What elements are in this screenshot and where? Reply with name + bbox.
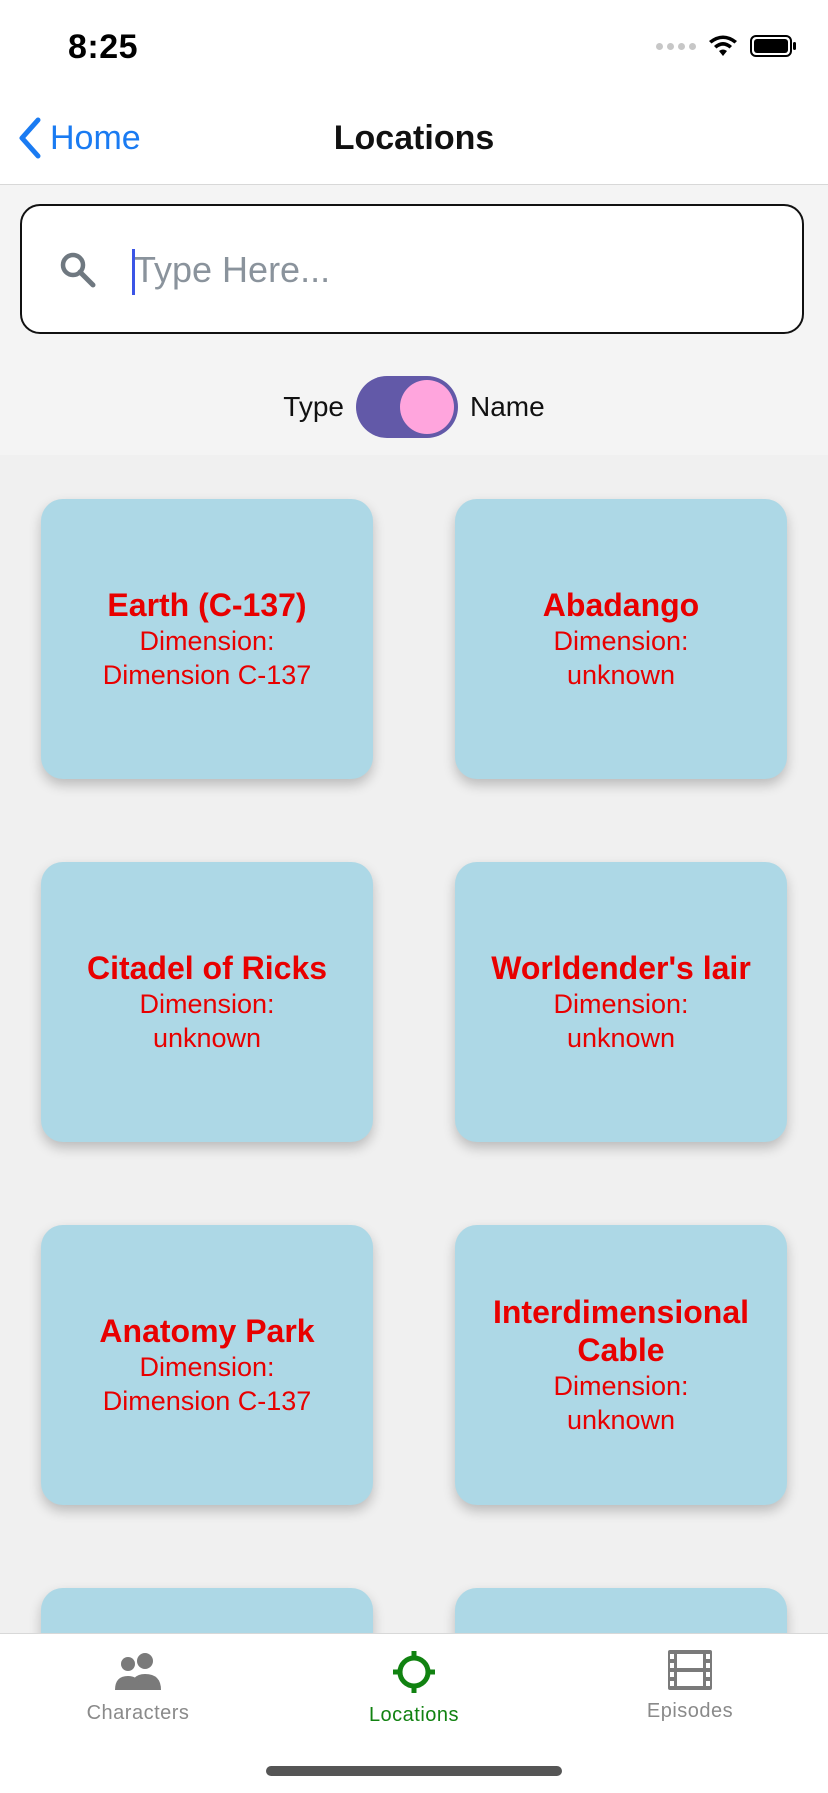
navigation-bar: Home Locations — [0, 92, 828, 185]
tab-bar: Characters Locations Episodes — [0, 1633, 828, 1793]
location-card[interactable]: Worldender's lair Dimension: unknown — [455, 862, 787, 1142]
location-name: Interdimensional Cable — [492, 1294, 750, 1368]
text-cursor — [132, 249, 135, 295]
tab-characters[interactable]: Characters — [0, 1650, 276, 1725]
status-bar: 8:25 — [0, 0, 828, 92]
location-target-icon — [393, 1651, 435, 1693]
status-icons — [656, 34, 798, 58]
search-input[interactable] — [130, 240, 774, 300]
page-title: Locations — [333, 119, 495, 157]
battery-icon — [750, 35, 796, 57]
location-dimension-value: unknown — [152, 1023, 262, 1053]
location-dimension-value: unknown — [566, 1023, 676, 1053]
location-card-partial[interactable] — [41, 1588, 373, 1633]
location-dimension-label: Dimension: — [553, 1371, 689, 1401]
cellular-signal-icon — [656, 42, 696, 50]
tab-episodes[interactable]: Episodes — [552, 1650, 828, 1723]
location-dimension-label: Dimension: — [553, 626, 689, 656]
home-indicator[interactable] — [266, 1766, 562, 1776]
tab-characters-label: Characters — [86, 1702, 190, 1724]
location-name: Citadel of Ricks — [86, 950, 328, 986]
location-name: Worldender's lair — [491, 950, 751, 986]
location-dimension-value: Dimension C-137 — [102, 660, 312, 690]
location-dimension-label: Dimension: — [139, 626, 275, 656]
location-card[interactable]: Interdimensional Cable Dimension: unknow… — [455, 1225, 787, 1505]
tab-episodes-label: Episodes — [646, 1700, 734, 1722]
location-card[interactable]: Earth (C-137) Dimension: Dimension C-137 — [41, 499, 373, 779]
tab-locations-label: Locations — [368, 1704, 460, 1726]
location-dimension-value: unknown — [566, 660, 676, 690]
people-icon — [115, 1653, 161, 1690]
locations-grid: Earth (C-137) Dimension: Dimension C-137… — [0, 455, 828, 1633]
location-card[interactable]: Citadel of Ricks Dimension: unknown — [41, 862, 373, 1142]
location-name: Abadango — [542, 587, 700, 623]
search-box[interactable] — [20, 204, 804, 334]
location-dimension-label: Dimension: — [553, 989, 689, 1019]
film-icon — [668, 1650, 712, 1690]
toggle-label-name: Name — [470, 391, 545, 422]
location-name: Anatomy Park — [99, 1313, 315, 1349]
location-dimension-value: unknown — [566, 1405, 676, 1435]
toggle-label-type: Type — [283, 391, 344, 422]
location-dimension-label: Dimension: — [139, 989, 275, 1019]
filter-toggle-switch[interactable] — [356, 376, 458, 438]
location-dimension-label: Dimension: — [139, 1352, 275, 1382]
location-name: Earth (C-137) — [107, 587, 307, 623]
search-icon — [60, 252, 96, 288]
location-card-partial[interactable] — [455, 1588, 787, 1633]
location-card[interactable]: Abadango Dimension: unknown — [455, 499, 787, 779]
status-time: 8:25 — [68, 28, 139, 66]
wifi-icon — [709, 35, 737, 56]
toggle-knob — [400, 380, 454, 434]
location-card[interactable]: Anatomy Park Dimension: Dimension C-137 — [41, 1225, 373, 1505]
tab-locations[interactable]: Locations — [276, 1650, 552, 1727]
location-dimension-value: Dimension C-137 — [102, 1386, 312, 1416]
filter-toggle-row: Type Name — [0, 374, 828, 440]
